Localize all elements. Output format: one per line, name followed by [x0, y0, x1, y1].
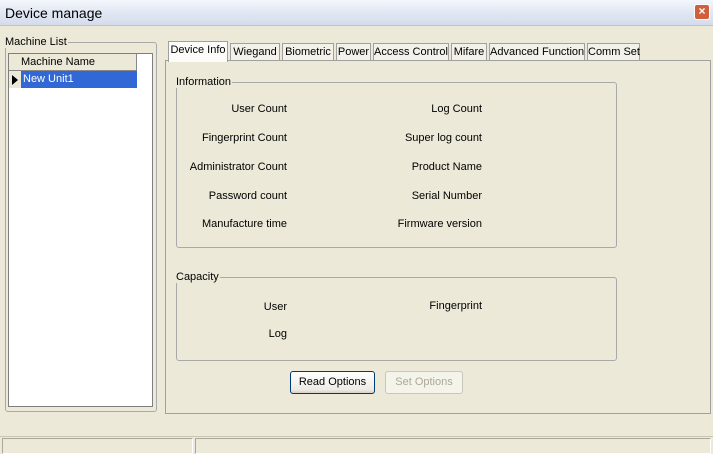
user-count-label: User Count [231, 103, 287, 115]
set-options-button[interactable]: Set Options [385, 371, 463, 394]
table-row[interactable]: New Unit1 [9, 71, 137, 88]
information-legend: Information [176, 76, 232, 88]
machine-name-cell[interactable]: New Unit1 [21, 71, 137, 88]
status-pane-1 [2, 438, 193, 454]
product-name-label: Product Name [411, 161, 482, 173]
fingerprint-count-label: Fingerprint Count [202, 132, 287, 144]
log-count-label: Log Count [431, 103, 482, 115]
title-bar: Device manage × [0, 0, 713, 26]
row-indicator [9, 71, 21, 88]
close-button[interactable]: × [694, 4, 710, 20]
status-bar [0, 436, 713, 454]
machine-grid[interactable]: Machine Name New Unit1 [8, 53, 153, 407]
machine-list-legend: Machine List [5, 36, 67, 48]
current-row-arrow-icon [12, 75, 18, 85]
firmware-version-label: Firmware version [397, 218, 482, 230]
tab-wiegand[interactable]: Wiegand [230, 43, 280, 61]
column-header-machine-name[interactable]: Machine Name [9, 54, 137, 71]
tab-comm-set[interactable]: Comm Set [587, 43, 640, 61]
super-log-count-label: Super log count [404, 132, 482, 144]
close-icon: × [698, 4, 706, 18]
tab-device-info[interactable]: Device Info [168, 41, 228, 62]
serial-number-label: Serial Number [411, 190, 482, 202]
manufacture-time-label: Manufacture time [202, 218, 287, 230]
capacity-user-label: User [263, 301, 287, 313]
capacity-fingerprint-label: Fingerprint [429, 300, 482, 312]
status-pane-2 [195, 438, 711, 454]
tab-access-control[interactable]: Access Control [373, 43, 449, 61]
password-count-label: Password count [208, 190, 287, 202]
capacity-group: Capacity [176, 271, 617, 361]
read-options-button[interactable]: Read Options [290, 371, 375, 394]
tab-advanced-function[interactable]: Advanced Function [489, 43, 585, 61]
capacity-legend: Capacity [176, 271, 219, 283]
tab-mifare[interactable]: Mifare [451, 43, 487, 61]
tab-power[interactable]: Power [336, 43, 371, 61]
administrator-count-label: Administrator Count [189, 161, 287, 173]
capacity-log-label: Log [268, 328, 287, 340]
window-title: Device manage [5, 5, 103, 21]
tab-biometric[interactable]: Biometric [282, 43, 334, 61]
column-header-label: Machine Name [21, 56, 95, 68]
